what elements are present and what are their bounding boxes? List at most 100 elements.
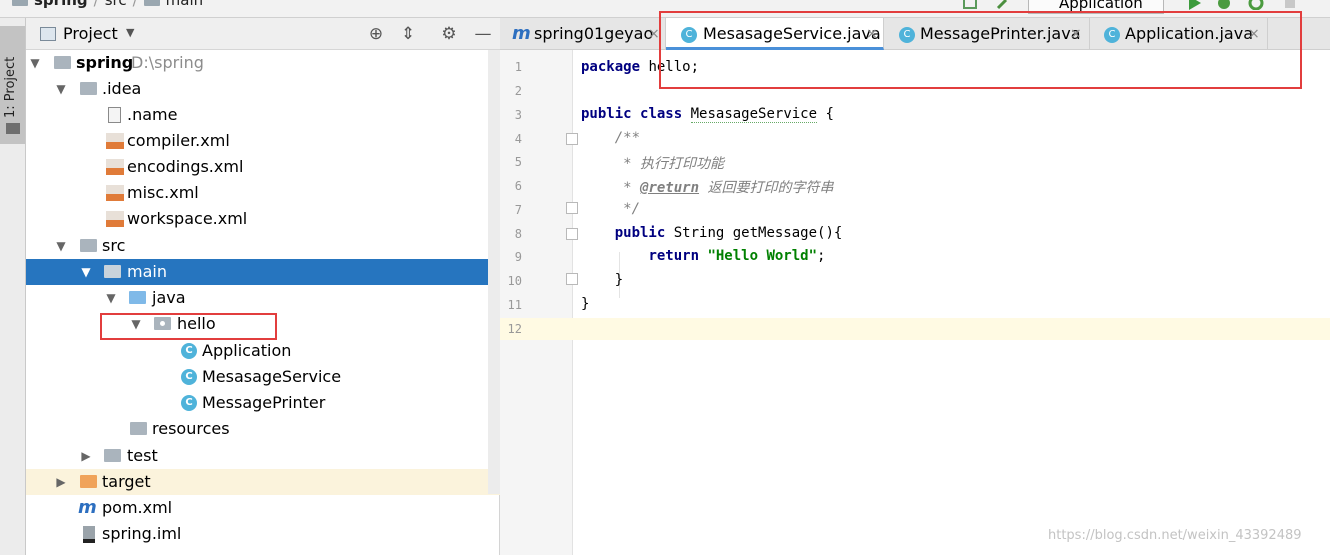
tree-item-application[interactable]: C Application xyxy=(26,338,500,364)
line-number: 1 xyxy=(514,60,522,74)
tree-item-label: pom.xml xyxy=(102,498,173,517)
xml-file-icon xyxy=(106,211,124,227)
xml-file-icon xyxy=(106,159,124,175)
tree-item-src[interactable]: ▼ src xyxy=(26,233,500,259)
project-view-icon xyxy=(40,27,56,41)
project-panel: Project ▼ ⊕ ⇕ ⚙ — ▼ spring D:\spring ▼ .… xyxy=(26,18,500,555)
highlight-box xyxy=(100,313,277,340)
tree-item-path: D:\spring xyxy=(131,53,204,72)
tab-spring01geyao[interactable]: m spring01geyao × xyxy=(500,18,666,50)
chevron-down-icon[interactable]: ▼ xyxy=(28,50,42,76)
code-line-11: } xyxy=(581,296,590,312)
class-icon: C xyxy=(181,343,197,359)
chevron-right-icon[interactable]: ▶ xyxy=(54,469,68,495)
tree-item-test[interactable]: ▶ test xyxy=(26,443,500,469)
tree-item-messageprinter[interactable]: C MessagePrinter xyxy=(26,390,500,416)
module-file-icon xyxy=(83,526,95,543)
breadcrumb-separator: / xyxy=(132,0,138,9)
line-number: 12 xyxy=(507,322,522,336)
code-line-9: return "Hello World"; xyxy=(648,248,826,264)
tree-item-label: MesasageService xyxy=(202,367,342,386)
code-line-4: /** xyxy=(614,130,641,146)
tree-item-main[interactable]: ▼ main xyxy=(26,259,500,285)
chevron-down-icon[interactable]: ▼ xyxy=(54,233,68,259)
tree-item-misc-xml[interactable]: misc.xml xyxy=(26,180,500,206)
folder-icon xyxy=(143,0,160,6)
tree-item-label: compiler.xml xyxy=(127,131,230,150)
watermark: https://blog.csdn.net/weixin_43392489 xyxy=(1048,528,1302,543)
chevron-down-icon[interactable]: ▼ xyxy=(79,259,93,285)
folder-icon xyxy=(6,123,20,134)
chevron-down-icon[interactable]: ▼ xyxy=(54,76,68,102)
project-tool-tab[interactable]: 1: Project xyxy=(0,26,25,144)
locate-icon[interactable]: ⊕ xyxy=(366,24,386,44)
tree-item-mesasageservice[interactable]: C MesasageService xyxy=(26,364,500,390)
project-view-selector[interactable]: Project xyxy=(63,24,118,43)
chevron-down-icon[interactable]: ▼ xyxy=(126,26,134,39)
scrollbar[interactable] xyxy=(488,50,500,494)
tree-item-label: src xyxy=(102,236,126,255)
minimize-icon[interactable]: — xyxy=(473,24,493,44)
gear-icon[interactable]: ⚙ xyxy=(439,24,459,44)
tree-item-label: .name xyxy=(127,105,178,124)
resources-folder-icon xyxy=(130,422,147,435)
tree-item-spring-iml[interactable]: spring.iml xyxy=(26,521,500,547)
project-panel-header: Project ▼ ⊕ ⇕ ⚙ — xyxy=(26,18,500,50)
tab-label: spring01geyao xyxy=(534,24,654,43)
source-folder-icon xyxy=(129,291,146,304)
folder-icon xyxy=(12,0,28,6)
hammer-icon[interactable] xyxy=(996,0,1012,10)
highlight-box xyxy=(659,11,1302,89)
tree-item-label: resources xyxy=(152,419,230,438)
tree-item-label: misc.xml xyxy=(127,183,199,202)
line-number: 6 xyxy=(514,179,522,193)
tree-item-target[interactable]: ▶ target xyxy=(26,469,500,495)
tree-item-idea[interactable]: ▼ .idea xyxy=(26,76,500,102)
tree-item-compiler-xml[interactable]: compiler.xml xyxy=(26,128,500,154)
xml-file-icon xyxy=(106,185,124,201)
breadcrumb-item-src[interactable]: src xyxy=(105,0,127,9)
folder-icon xyxy=(104,449,121,462)
line-number: 5 xyxy=(514,155,522,169)
breadcrumb-item-main[interactable]: main xyxy=(166,0,203,9)
build-icon[interactable] xyxy=(962,0,978,10)
code-line-3: public class MesasageService { xyxy=(581,106,834,123)
breadcrumb-item-spring[interactable]: spring xyxy=(34,0,88,9)
line-number: 9 xyxy=(514,250,522,264)
tree-item-encodings-xml[interactable]: encodings.xml xyxy=(26,154,500,180)
chevron-right-icon[interactable]: ▶ xyxy=(79,443,93,469)
code-editor[interactable]: package hello; public class MesasageServ… xyxy=(573,50,1330,555)
stop-icon[interactable] xyxy=(1282,0,1298,10)
line-number: 7 xyxy=(514,203,522,217)
close-icon[interactable]: × xyxy=(648,18,660,50)
tree-item-label: spring.iml xyxy=(102,524,182,543)
tree-item-name-file[interactable]: .name xyxy=(26,102,500,128)
debug-icon[interactable] xyxy=(1216,0,1232,10)
code-line-10: } xyxy=(614,272,624,288)
tree-item-pom-xml[interactable]: m pom.xml xyxy=(26,495,500,521)
code-line-8: public String getMessage(){ xyxy=(614,225,843,241)
line-number: 2 xyxy=(514,84,522,98)
collapse-all-icon[interactable]: ⇕ xyxy=(398,24,418,44)
tree-item-label: .idea xyxy=(102,79,142,98)
tree-item-label: Application xyxy=(202,341,292,360)
run-icon[interactable] xyxy=(1186,0,1202,10)
line-number: 4 xyxy=(514,132,522,146)
code-line-5: * 执行打印功能 xyxy=(623,156,725,172)
folder-icon xyxy=(104,265,121,278)
tree-item-workspace-xml[interactable]: workspace.xml xyxy=(26,206,500,232)
line-number: 3 xyxy=(514,108,522,122)
tree-item-resources[interactable]: resources xyxy=(26,416,500,442)
tool-window-strip: 1: Project xyxy=(0,18,26,555)
tree-item-label: java xyxy=(152,288,186,307)
folder-icon xyxy=(80,239,97,252)
coverage-icon[interactable] xyxy=(1248,0,1264,10)
tree-item-spring[interactable]: ▼ spring D:\spring xyxy=(26,50,500,76)
breadcrumb: spring / src / main xyxy=(12,0,203,9)
line-number: 11 xyxy=(507,298,522,312)
chevron-down-icon[interactable]: ▼ xyxy=(104,285,118,311)
file-icon xyxy=(108,107,121,123)
tree-item-java[interactable]: ▼ java xyxy=(26,285,500,311)
tree-item-label: MessagePrinter xyxy=(202,393,326,412)
class-icon: C xyxy=(181,395,197,411)
